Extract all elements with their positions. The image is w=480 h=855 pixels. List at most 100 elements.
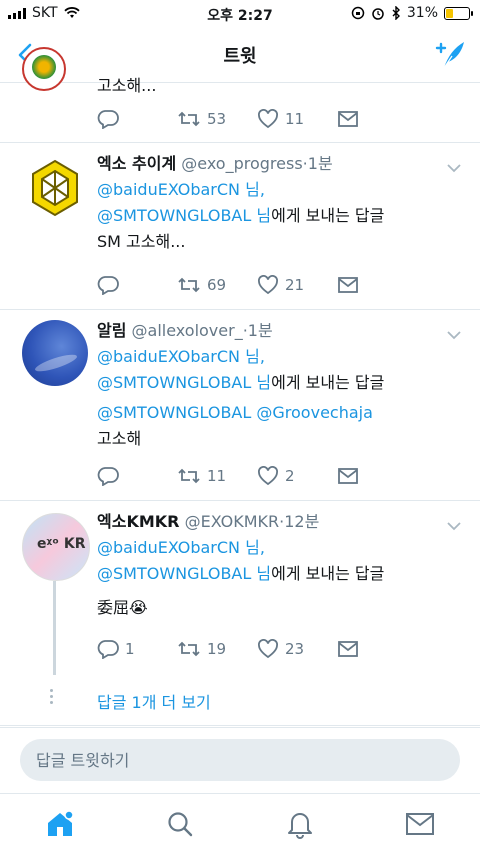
heart-icon — [258, 275, 278, 295]
more-replies-row[interactable]: 답글 1개 더 보기 — [0, 675, 480, 726]
mail-icon — [406, 813, 434, 835]
tweet-text: 고소해 — [97, 429, 142, 448]
mail-icon — [338, 468, 358, 484]
dm-share-button[interactable] — [337, 107, 417, 131]
retweet-button[interactable]: 11 — [177, 464, 257, 488]
display-name[interactable]: 엑소KMKR — [97, 512, 179, 531]
tab-messages[interactable] — [402, 806, 438, 842]
page-title: 트윗 — [223, 46, 257, 67]
mention-link[interactable]: @baiduEXObarCN — [97, 180, 240, 199]
reply-icon — [97, 110, 119, 129]
mention-suffix: 님, — [240, 538, 265, 557]
mention-link[interactable]: @SMTOWNGLOBAL — [97, 403, 251, 422]
mention-link[interactable]: @SMTOWNGLOBAL — [97, 206, 251, 225]
tweet-actions: 1 19 23 — [97, 637, 417, 661]
thread-line — [53, 581, 56, 675]
retweet-icon — [178, 641, 200, 657]
reply-label: 에게 보내는 답글 — [271, 206, 385, 225]
mention-suffix: 님, — [240, 180, 265, 199]
avatar[interactable] — [22, 155, 88, 221]
reply-button[interactable] — [97, 273, 177, 297]
reply-icon — [97, 640, 119, 659]
heart-icon — [258, 639, 278, 659]
tweet-time: 1분 — [247, 321, 273, 340]
retweet-button[interactable]: 69 — [177, 273, 257, 297]
tweet-actions: 53 11 — [97, 107, 417, 131]
tweet-text: SM 고소해... — [97, 232, 186, 251]
avatar[interactable] — [22, 47, 66, 91]
tweet-time: 1분 — [307, 154, 333, 173]
reply-input[interactable] — [20, 739, 460, 781]
mention-suffix: 님 — [251, 373, 272, 392]
tweet-item[interactable]: 알림 @allexolover_·1분 @baiduEXObarCN 님, @S… — [0, 310, 480, 501]
mail-icon — [338, 277, 358, 293]
display-name[interactable]: 엑소 추이계 — [97, 154, 176, 173]
tweet-item[interactable]: 엑소 추이계 @exo_progress·1분 @baiduEXObarCN 님… — [0, 143, 480, 310]
tab-bar — [0, 793, 480, 855]
avatar[interactable]: eᵡᵒ KR — [22, 513, 90, 581]
mention-link[interactable]: @baiduEXObarCN — [97, 538, 240, 557]
mail-icon — [338, 111, 358, 127]
user-handle[interactable]: @allexolover_ — [132, 321, 243, 340]
compose-tweet-icon[interactable] — [432, 38, 466, 72]
battery-percent: 31% — [406, 5, 438, 21]
tweet-item[interactable]: 고소해... 53 11 — [0, 47, 480, 143]
like-count: 21 — [285, 276, 305, 294]
tweet-header: 엑소KMKR @EXOKMKR·12분 — [97, 511, 462, 533]
like-button[interactable]: 21 — [257, 273, 337, 297]
retweet-icon — [178, 468, 200, 484]
user-handle[interactable]: @exo_progress — [181, 154, 302, 173]
mention-link[interactable]: @Groovechaja — [256, 403, 373, 422]
tab-notifications[interactable] — [282, 806, 318, 842]
thread-dots-icon — [50, 689, 54, 707]
tab-home[interactable] — [42, 806, 78, 842]
alarm-icon — [372, 8, 384, 20]
like-count: 23 — [285, 640, 305, 658]
reply-icon — [97, 467, 119, 486]
more-replies-link[interactable]: 답글 1개 더 보기 — [97, 689, 211, 713]
reply-button[interactable] — [97, 464, 177, 488]
display-name[interactable]: 알림 — [97, 321, 126, 340]
mention-suffix: 님, — [240, 347, 265, 366]
bell-icon — [288, 813, 312, 839]
tweet-header: 알림 @allexolover_·1분 — [97, 320, 462, 342]
status-bar: SKT 오후 2:27 31% — [0, 0, 480, 28]
rotation-lock-icon — [351, 6, 365, 20]
mention-link[interactable]: @SMTOWNGLOBAL — [97, 373, 251, 392]
retweet-count: 69 — [207, 276, 227, 294]
reply-context: @baiduEXObarCN 님, @SMTOWNGLOBAL 님에게 보내는 … — [97, 535, 462, 587]
user-handle[interactable]: @EXOKMKR — [185, 512, 280, 531]
tweet-actions: 11 2 — [97, 464, 417, 488]
tweet-actions: 69 21 — [97, 273, 417, 297]
reply-button[interactable] — [97, 107, 177, 131]
tab-search[interactable] — [162, 806, 198, 842]
retweet-icon — [178, 111, 200, 127]
retweet-count: 11 — [207, 467, 227, 485]
dm-share-button[interactable] — [337, 273, 417, 297]
tweet-item[interactable]: eᵡᵒ KR 엑소KMKR @EXOKMKR·12분 @baiduEXObarC… — [0, 501, 480, 675]
tweet-time: 12분 — [284, 512, 320, 531]
retweet-count: 53 — [207, 110, 227, 128]
reply-icon — [97, 276, 119, 295]
dm-share-button[interactable] — [337, 464, 417, 488]
like-button[interactable]: 23 — [257, 637, 337, 661]
mention-link[interactable]: @SMTOWNGLOBAL — [97, 564, 251, 583]
like-button[interactable]: 2 — [257, 464, 337, 488]
mail-icon — [338, 641, 358, 657]
like-count: 2 — [285, 467, 295, 485]
reply-button[interactable]: 1 — [97, 637, 177, 661]
avatar[interactable] — [22, 320, 88, 386]
dm-share-button[interactable] — [337, 637, 417, 661]
tweet-text-mentions: @SMTOWNGLOBAL @Groovechaja — [97, 400, 462, 426]
mention-suffix: 님 — [251, 564, 272, 583]
mention-link[interactable]: @baiduEXObarCN — [97, 347, 240, 366]
reply-bar — [0, 727, 480, 794]
reply-context: @baiduEXObarCN 님, @SMTOWNGLOBAL 님에게 보내는 … — [97, 344, 462, 396]
retweet-button[interactable]: 53 — [177, 107, 257, 131]
like-button[interactable]: 11 — [257, 107, 337, 131]
bluetooth-icon — [392, 6, 400, 20]
tweet-text: 고소해... — [97, 76, 157, 95]
retweet-button[interactable]: 19 — [177, 637, 257, 661]
avatar-logo-text: eᵡᵒ KR — [37, 536, 86, 552]
like-count: 11 — [285, 110, 305, 128]
